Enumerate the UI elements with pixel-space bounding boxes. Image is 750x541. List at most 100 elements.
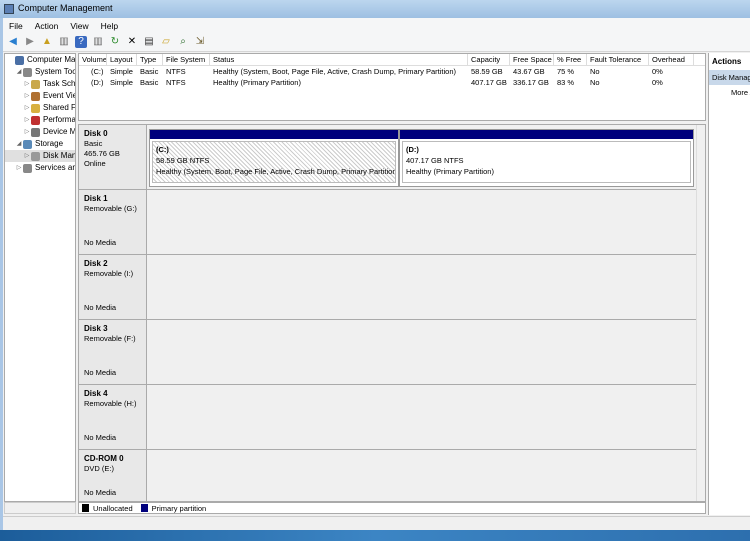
disk-type: Removable (F:) — [84, 334, 136, 343]
export-icon[interactable]: ⇲ — [194, 36, 206, 48]
collapsed-arrow-icon[interactable]: ▷ — [23, 102, 31, 114]
tree-item[interactable]: ▷ Disk Management — [5, 150, 75, 162]
tree-item-label: Event Viewer — [43, 91, 76, 100]
tree-item[interactable]: ▷ Device Manager — [5, 126, 75, 138]
menu-file[interactable]: File — [9, 21, 23, 31]
expanded-arrow-icon[interactable]: ◢ — [15, 138, 23, 150]
column-header[interactable]: Status — [210, 54, 468, 65]
column-header[interactable]: Layout — [107, 54, 137, 65]
table-cell: Simple — [110, 67, 133, 76]
title-bar: Computer Management — [0, 0, 750, 18]
column-header[interactable]: Capacity — [468, 54, 510, 65]
tree-node-icon — [23, 67, 32, 77]
table-cell: Basic — [140, 78, 159, 87]
disk-label[interactable]: Disk 4 Removable (H:) No Media — [79, 385, 147, 449]
column-header[interactable]: Overhead — [649, 54, 694, 65]
collapsed-arrow-icon[interactable]: ▷ — [23, 126, 31, 138]
disk-label[interactable]: Disk 3 Removable (F:) No Media — [79, 320, 147, 384]
table-row[interactable]: (D:) Simple Basic NTFS Healthy (Primary Part… — [79, 77, 705, 88]
partition-size: 407.17 GB NTFS — [406, 156, 464, 165]
table-row[interactable]: (C:) Simple Basic NTFS Healthy (System, Boot… — [79, 66, 705, 77]
menu-view[interactable]: View — [70, 21, 88, 31]
table-cell: 75 % — [557, 67, 575, 76]
menu-action[interactable]: Action — [35, 21, 59, 31]
properties-icon[interactable]: ▤ — [143, 36, 155, 48]
partition[interactable]: (C:) 58.59 GB NTFS Healthy (System, Boot, … — [149, 129, 399, 187]
show-hide-action-icon[interactable]: ▥ — [92, 36, 104, 48]
open-icon[interactable]: ▱ — [160, 36, 172, 48]
disk-label[interactable]: Disk 2 Removable (I:) No Media — [79, 255, 147, 319]
tree-item[interactable]: ▷ Event Viewer — [5, 90, 75, 102]
toolbar: ◀ ▶ ▲ ▥? ▥ ↻ ✕ ▤ ▱ ⌕ ⇲ — [3, 33, 750, 52]
disk-name: Disk 2 — [84, 259, 108, 268]
partition-label: (D:) — [406, 145, 419, 154]
table-cell: 83 % — [557, 78, 575, 87]
disk-type: Removable (I:) — [84, 269, 134, 278]
disk-view-vertical-scrollbar[interactable] — [696, 125, 705, 501]
search-icon[interactable]: ⌕ — [177, 36, 189, 48]
legend-label: Unallocated — [93, 503, 133, 513]
tree-item[interactable]: ▷ Performance — [5, 114, 75, 126]
disk-label[interactable]: Disk 0 Basic 465.76 GB Online — [79, 125, 147, 189]
more-actions-link[interactable]: More Actions — [709, 85, 750, 97]
disk-state: No Media — [84, 433, 117, 442]
tree-item-label: Disk Management — [43, 151, 76, 160]
up-icon[interactable]: ▲ — [41, 36, 53, 48]
disk-name: Disk 1 — [84, 194, 108, 203]
disk-state: No Media — [84, 488, 117, 497]
table-cell: (D:) — [91, 78, 104, 87]
tree-item[interactable]: ▷ Task Scheduler — [5, 78, 75, 90]
disk-row: Disk 3 Removable (F:) No Media — [79, 320, 697, 385]
partition-type-bar — [150, 130, 398, 139]
column-header[interactable]: Type — [137, 54, 163, 65]
table-cell: 0% — [652, 67, 663, 76]
tree-item[interactable]: Computer Management (Local) — [5, 54, 75, 66]
table-cell: NTFS — [166, 78, 186, 87]
table-cell: Simple — [110, 78, 133, 87]
column-header[interactable]: Free Space — [510, 54, 554, 65]
disk-name: Disk 0 — [84, 129, 108, 138]
show-hide-tree-icon[interactable]: ▥ — [58, 36, 70, 48]
tree-item[interactable]: ▷ Shared Folders — [5, 102, 75, 114]
disk-size: 465.76 GB — [84, 149, 120, 158]
collapsed-arrow-icon[interactable]: ▷ — [15, 162, 23, 174]
legend-swatch — [140, 504, 148, 512]
disk-row: Disk 2 Removable (I:) No Media — [79, 255, 697, 320]
help-icon[interactable]: ? — [75, 36, 87, 48]
menu-bar: File Action View Help — [3, 18, 750, 33]
collapsed-arrow-icon[interactable]: ▷ — [23, 90, 31, 102]
expanded-arrow-icon[interactable]: ◢ — [15, 66, 23, 78]
tree-item[interactable]: ◢ Storage — [5, 138, 75, 150]
partition-status: Healthy (System, Boot, Page File, Active… — [156, 167, 396, 176]
partition-body: (C:) 58.59 GB NTFS Healthy (System, Boot, … — [152, 141, 396, 183]
legend-label: Primary partition — [151, 503, 207, 513]
column-header[interactable]: Fault Tolerance — [587, 54, 649, 65]
collapsed-arrow-icon[interactable]: ▷ — [23, 114, 31, 126]
column-header[interactable]: File System — [163, 54, 210, 65]
disk-name: CD-ROM 0 — [84, 454, 124, 463]
collapsed-arrow-icon[interactable]: ▷ — [23, 150, 31, 162]
column-header[interactable]: Volume — [79, 54, 107, 65]
disk-label[interactable]: CD-ROM 0 DVD (E:) No Media — [79, 450, 147, 501]
tree-item[interactable]: ◢ System Tools — [5, 66, 75, 78]
disk-label[interactable]: Disk 1 Removable (G:) No Media — [79, 190, 147, 254]
tree-item-label: Computer Management (Local) — [27, 55, 76, 64]
tree-item-label: System Tools — [35, 67, 75, 76]
forward-icon[interactable]: ▶ — [24, 36, 36, 48]
tree-node-icon — [31, 151, 40, 161]
delete-icon[interactable]: ✕ — [126, 36, 138, 48]
tree-node-icon — [31, 103, 40, 113]
column-header[interactable]: % Free — [554, 54, 587, 65]
menu-help[interactable]: Help — [101, 21, 118, 31]
app-icon — [4, 4, 14, 14]
back-icon[interactable]: ◀ — [7, 36, 19, 48]
tree-horizontal-scrollbar[interactable] — [4, 502, 76, 514]
table-cell: NTFS — [166, 67, 186, 76]
disk-row: Disk 4 Removable (H:) No Media — [79, 385, 697, 450]
tree-item[interactable]: ▷ Services and Applications — [5, 162, 75, 174]
refresh-icon[interactable]: ↻ — [109, 36, 121, 48]
actions-section-disk-management[interactable]: Disk Management — [709, 70, 750, 85]
collapsed-arrow-icon[interactable]: ▷ — [23, 78, 31, 90]
disk-graphical-view: Disk 0 Basic 465.76 GB Online (C:) 58.59 GB N… — [78, 124, 706, 502]
partition[interactable]: (D:) 407.17 GB NTFS Healthy (Primary Parti… — [399, 129, 694, 187]
